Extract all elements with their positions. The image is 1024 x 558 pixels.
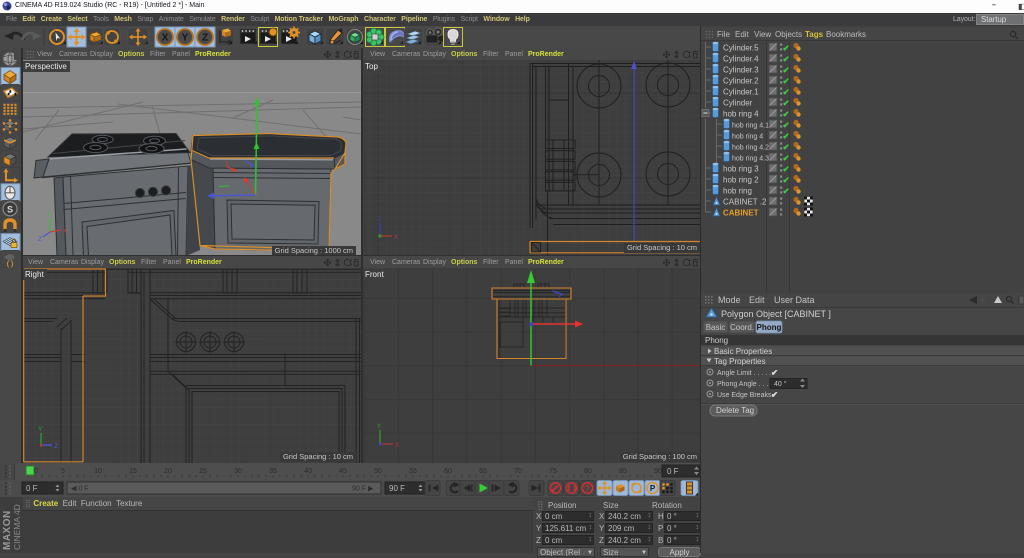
svg-text:Y: Y <box>182 33 189 44</box>
svg-text:Cylinder.2: Cylinder.2 <box>723 77 759 86</box>
svg-text:✔: ✔ <box>783 109 790 119</box>
svg-text:CABINET .2: CABINET .2 <box>723 198 767 207</box>
svg-text:0 F: 0 F <box>26 484 38 493</box>
svg-text:hob ring 4.3: hob ring 4.3 <box>732 156 769 163</box>
svg-text:Y: Y <box>38 426 43 433</box>
svg-text:Cylinder: Cylinder <box>723 99 753 108</box>
svg-text:Z: Z <box>38 237 42 243</box>
svg-text:80: 80 <box>584 468 592 475</box>
svg-text:Delete Tag: Delete Tag <box>716 406 754 415</box>
svg-text:hob ring 4.1: hob ring 4.1 <box>732 123 769 130</box>
svg-text:Cylinder.5: Cylinder.5 <box>723 44 759 53</box>
svg-text:55: 55 <box>409 468 417 475</box>
svg-text:90 F: 90 F <box>389 484 405 493</box>
svg-text:60: 60 <box>444 468 452 475</box>
svg-text:✔: ✔ <box>783 98 790 108</box>
svg-text:Y: Y <box>47 212 51 218</box>
svg-text:5: 5 <box>61 468 65 475</box>
svg-text:✔: ✔ <box>771 368 778 378</box>
svg-text:S: S <box>7 204 13 214</box>
svg-text:CINEMA 4D: CINEMA 4D <box>12 504 22 550</box>
svg-text:✔: ✔ <box>783 43 790 53</box>
svg-text:Mode: Mode <box>718 295 741 305</box>
svg-text:45: 45 <box>339 468 347 475</box>
svg-text:20: 20 <box>164 468 172 475</box>
svg-text:hob ring 3: hob ring 3 <box>723 165 759 174</box>
svg-text:✔: ✔ <box>783 65 790 75</box>
svg-text:✔: ✔ <box>783 76 790 86</box>
svg-text:70: 70 <box>514 468 522 475</box>
svg-text:✔: ✔ <box>783 142 790 152</box>
svg-text:Tag Properties: Tag Properties <box>714 357 766 366</box>
svg-text:X: X <box>63 229 67 235</box>
svg-text:35: 35 <box>269 468 277 475</box>
svg-text:✔: ✔ <box>771 390 778 400</box>
svg-text:Z: Z <box>377 217 381 223</box>
svg-text:X: X <box>394 235 398 241</box>
svg-text:0 F: 0 F <box>667 467 679 476</box>
svg-text:30: 30 <box>234 468 242 475</box>
svg-text:X: X <box>162 33 169 44</box>
svg-text:P: P <box>650 484 656 493</box>
svg-text:✔: ✔ <box>783 175 790 185</box>
svg-text:✔: ✔ <box>783 153 790 163</box>
svg-text:0: 0 <box>34 468 38 475</box>
svg-text:hob ring 2: hob ring 2 <box>723 176 759 185</box>
svg-text:Cylinder.1: Cylinder.1 <box>723 88 759 97</box>
svg-text:( ): ( ) <box>7 261 14 268</box>
svg-text:Z: Z <box>202 33 208 44</box>
svg-text:◀ 0 F: ◀ 0 F <box>71 486 88 493</box>
svg-text:hob ring 4: hob ring 4 <box>723 110 759 119</box>
svg-text:User Data: User Data <box>774 295 815 305</box>
svg-text:✔: ✔ <box>783 131 790 141</box>
svg-text:10: 10 <box>94 468 102 475</box>
svg-text:Phong: Phong <box>705 336 728 345</box>
svg-text:✔: ✔ <box>783 87 790 97</box>
svg-text:hob ring 4: hob ring 4 <box>732 134 763 141</box>
svg-text:CABINET: CABINET <box>723 209 759 218</box>
svg-text:Y: Y <box>377 424 381 430</box>
svg-text:90 F ▶: 90 F ▶ <box>352 486 374 493</box>
svg-text:Phong: Phong <box>757 323 782 332</box>
svg-text:85: 85 <box>619 468 627 475</box>
svg-text:90: 90 <box>654 468 662 475</box>
svg-text:65: 65 <box>479 468 487 475</box>
svg-text:hob ring: hob ring <box>723 187 752 196</box>
svg-text:40: 40 <box>304 468 312 475</box>
svg-text:15: 15 <box>129 468 137 475</box>
svg-text:✔: ✔ <box>783 120 790 130</box>
svg-text:Z: Z <box>54 443 58 450</box>
svg-text:Phong Angle . . .: Phong Angle . . . <box>717 381 768 388</box>
svg-text:Basic Properties: Basic Properties <box>714 347 772 356</box>
svg-text:?: ? <box>585 484 590 493</box>
svg-text:✔: ✔ <box>783 164 790 174</box>
svg-text:50: 50 <box>374 468 382 475</box>
svg-text:40 °: 40 ° <box>774 380 787 388</box>
svg-text:Angle Limit . . . . .: Angle Limit . . . . . <box>717 370 771 377</box>
svg-text:Cylinder.3: Cylinder.3 <box>723 66 759 75</box>
svg-text:X: X <box>395 443 399 449</box>
svg-text:25: 25 <box>199 468 207 475</box>
svg-text:Cylinder.4: Cylinder.4 <box>723 55 759 64</box>
svg-text:Polygon Object [CABINET ]: Polygon Object [CABINET ] <box>721 309 831 319</box>
svg-text:hob ring 4.2: hob ring 4.2 <box>732 145 769 152</box>
svg-text:Basic: Basic <box>706 323 726 332</box>
svg-text:✔: ✔ <box>783 54 790 64</box>
svg-text:Coord.: Coord. <box>730 323 754 332</box>
svg-text:Edit: Edit <box>749 295 765 305</box>
svg-text:Use Edge Breaks: Use Edge Breaks <box>717 392 772 399</box>
svg-text:✔: ✔ <box>783 186 790 196</box>
svg-text:75: 75 <box>549 468 557 475</box>
